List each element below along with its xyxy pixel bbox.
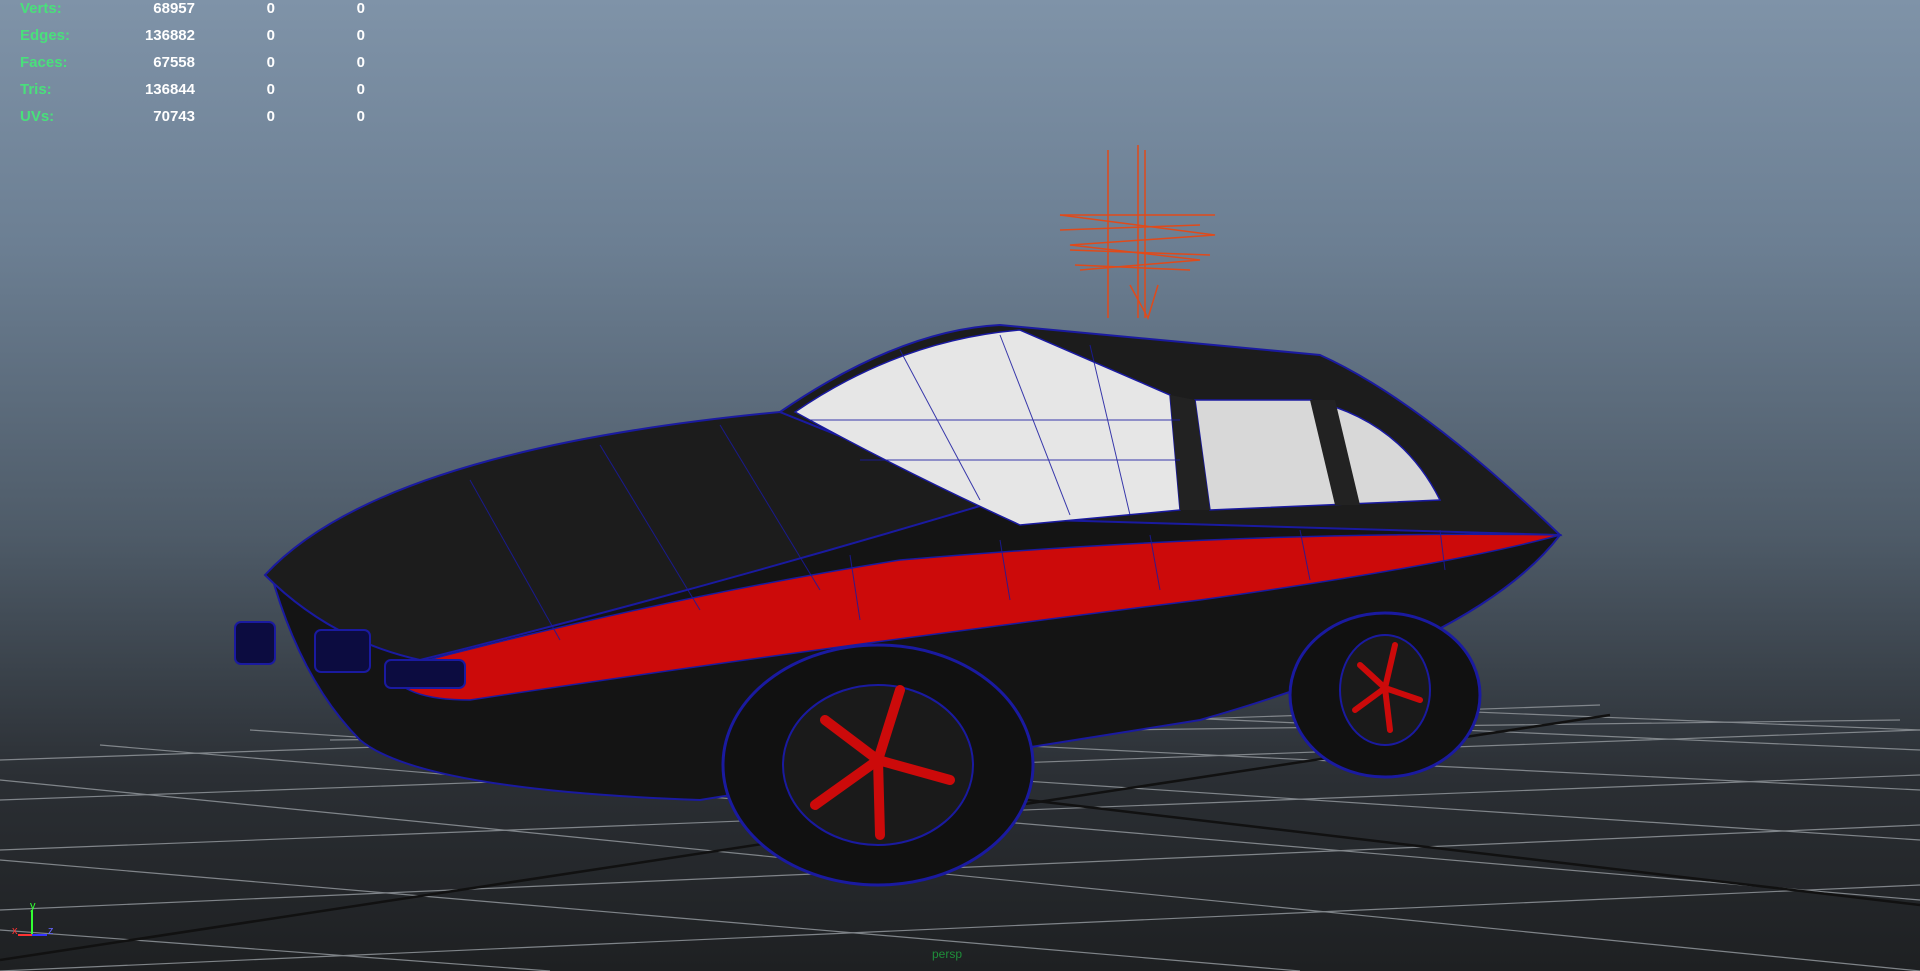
axis-gizmo-icon: y x z	[12, 900, 62, 950]
scene-canvas[interactable]	[0, 0, 1920, 971]
light-icon[interactable]	[1059, 145, 1216, 320]
axis-y-label: y	[30, 900, 36, 912]
axis-x-label: x	[12, 925, 18, 937]
rear-wheel[interactable]	[1288, 611, 1482, 779]
front-wheel[interactable]	[721, 643, 1035, 887]
maya-viewport[interactable]: Verts: 68957 0 0 Edges: 136882 0 0 Faces…	[0, 0, 1920, 971]
axis-z-label: z	[48, 925, 54, 937]
camera-label: persp	[932, 947, 963, 961]
